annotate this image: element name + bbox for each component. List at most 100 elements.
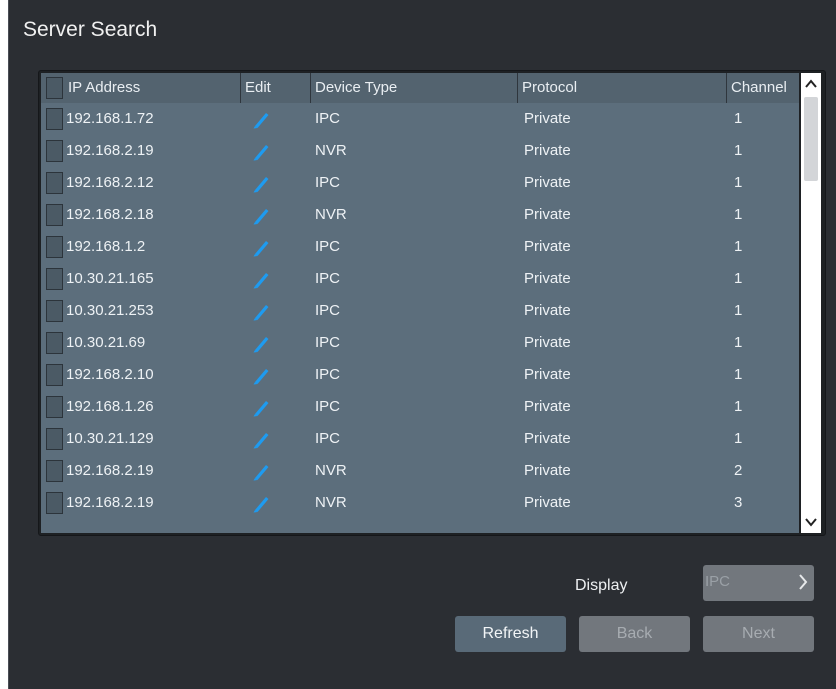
table-row[interactable]: 192.168.2.10 IPC Private 1 bbox=[41, 359, 799, 391]
row-checkbox[interactable] bbox=[46, 108, 63, 130]
cell-protocol: Private bbox=[524, 110, 571, 127]
row-checkbox[interactable] bbox=[46, 300, 63, 322]
cell-protocol: Private bbox=[524, 270, 571, 287]
cell-ip-address: 192.168.2.19 bbox=[66, 494, 154, 511]
row-checkbox[interactable] bbox=[46, 396, 63, 418]
cell-device-type: IPC bbox=[315, 430, 341, 447]
table-row[interactable]: 192.168.1.72 IPC Private 1 bbox=[41, 103, 799, 135]
cell-channel: 1 bbox=[734, 366, 743, 383]
pencil-icon[interactable] bbox=[251, 333, 271, 353]
cell-device-type: IPC bbox=[315, 110, 341, 127]
table-scrollbar[interactable] bbox=[801, 73, 821, 533]
cell-ip-address: 192.168.1.2 bbox=[66, 238, 146, 255]
cell-channel: 1 bbox=[734, 270, 743, 287]
row-checkbox[interactable] bbox=[46, 172, 63, 194]
row-checkbox[interactable] bbox=[46, 428, 63, 450]
pencil-icon[interactable] bbox=[251, 141, 271, 161]
cell-device-type: NVR bbox=[315, 462, 347, 479]
row-checkbox[interactable] bbox=[46, 268, 63, 290]
table-row[interactable]: 192.168.2.18 NVR Private 1 bbox=[41, 199, 799, 231]
pencil-icon[interactable] bbox=[251, 429, 271, 449]
scroll-down-button[interactable] bbox=[801, 511, 821, 533]
pencil-icon[interactable] bbox=[251, 301, 271, 321]
cell-ip-address: 192.168.1.72 bbox=[66, 110, 154, 127]
row-checkbox[interactable] bbox=[46, 460, 63, 482]
cell-ip-address: 192.168.2.19 bbox=[66, 462, 154, 479]
table-row[interactable]: 192.168.1.26 IPC Private 1 bbox=[41, 391, 799, 423]
next-button[interactable]: Next bbox=[703, 616, 814, 652]
cell-protocol: Private bbox=[524, 142, 571, 159]
refresh-button[interactable]: Refresh bbox=[455, 616, 566, 652]
cell-protocol: Private bbox=[524, 334, 571, 351]
cell-device-type: IPC bbox=[315, 270, 341, 287]
table-row[interactable]: 192.168.2.19 NVR Private 3 bbox=[41, 487, 799, 519]
row-checkbox[interactable] bbox=[46, 492, 63, 514]
table-row[interactable]: 192.168.2.12 IPC Private 1 bbox=[41, 167, 799, 199]
cell-channel: 2 bbox=[734, 462, 743, 479]
row-checkbox[interactable] bbox=[46, 364, 63, 386]
cell-channel: 1 bbox=[734, 398, 743, 415]
cell-ip-address: 192.168.2.19 bbox=[66, 142, 154, 159]
cell-ip-address: 192.168.1.26 bbox=[66, 398, 154, 415]
table-row[interactable]: 192.168.2.19 NVR Private 1 bbox=[41, 135, 799, 167]
cell-protocol: Private bbox=[524, 302, 571, 319]
chevron-down-icon bbox=[805, 518, 817, 527]
cell-ip-address: 10.30.21.253 bbox=[66, 302, 154, 319]
cell-channel: 1 bbox=[734, 430, 743, 447]
pencil-icon[interactable] bbox=[251, 237, 271, 257]
device-table-frame: IP Address Edit Device Type Protocol Cha… bbox=[38, 70, 826, 536]
table-row[interactable]: 10.30.21.165 IPC Private 1 bbox=[41, 263, 799, 295]
cell-device-type: NVR bbox=[315, 494, 347, 511]
col-header-channel[interactable]: Channel bbox=[726, 73, 799, 103]
row-checkbox[interactable] bbox=[46, 236, 63, 258]
cell-device-type: NVR bbox=[315, 142, 347, 159]
cell-channel: 1 bbox=[734, 174, 743, 191]
cell-channel: 1 bbox=[734, 110, 743, 127]
table-header: IP Address Edit Device Type Protocol Cha… bbox=[41, 73, 799, 103]
cell-channel: 1 bbox=[734, 206, 743, 223]
cell-protocol: Private bbox=[524, 366, 571, 383]
table-row[interactable]: 192.168.2.19 NVR Private 2 bbox=[41, 455, 799, 487]
table-row[interactable]: 192.168.1.2 IPC Private 1 bbox=[41, 231, 799, 263]
col-header-protocol[interactable]: Protocol bbox=[517, 73, 726, 103]
row-checkbox[interactable] bbox=[46, 332, 63, 354]
pencil-icon[interactable] bbox=[251, 397, 271, 417]
pencil-icon[interactable] bbox=[251, 493, 271, 513]
cell-device-type: IPC bbox=[315, 302, 341, 319]
dialog-title: Server Search bbox=[23, 18, 158, 41]
row-checkbox[interactable] bbox=[46, 140, 63, 162]
pencil-icon[interactable] bbox=[251, 173, 271, 193]
pencil-icon[interactable] bbox=[251, 109, 271, 129]
table-row[interactable]: 10.30.21.129 IPC Private 1 bbox=[41, 423, 799, 455]
table-row[interactable]: 10.30.21.253 IPC Private 1 bbox=[41, 295, 799, 327]
cell-ip-address: 10.30.21.129 bbox=[66, 430, 154, 447]
cell-protocol: Private bbox=[524, 462, 571, 479]
pencil-icon[interactable] bbox=[251, 205, 271, 225]
cell-protocol: Private bbox=[524, 494, 571, 511]
cell-protocol: Private bbox=[524, 430, 571, 447]
chevron-right-icon bbox=[798, 573, 808, 596]
col-header-edit[interactable]: Edit bbox=[240, 73, 310, 103]
table-row[interactable]: 10.30.21.69 IPC Private 1 bbox=[41, 327, 799, 359]
select-all-checkbox[interactable] bbox=[46, 77, 63, 99]
cell-ip-address: 192.168.2.10 bbox=[66, 366, 154, 383]
cell-protocol: Private bbox=[524, 174, 571, 191]
scroll-thumb[interactable] bbox=[804, 97, 818, 181]
col-header-device-type[interactable]: Device Type bbox=[310, 73, 517, 103]
pencil-icon[interactable] bbox=[251, 365, 271, 385]
display-select[interactable]: IPC bbox=[703, 565, 814, 601]
row-checkbox[interactable] bbox=[46, 204, 63, 226]
back-button[interactable]: Back bbox=[579, 616, 690, 652]
col-header-ip-address[interactable]: IP Address bbox=[64, 73, 242, 103]
display-label: Display bbox=[575, 577, 628, 594]
pencil-icon[interactable] bbox=[251, 461, 271, 481]
cell-channel: 1 bbox=[734, 302, 743, 319]
cell-device-type: IPC bbox=[315, 174, 341, 191]
pencil-icon[interactable] bbox=[251, 269, 271, 289]
cell-device-type: NVR bbox=[315, 206, 347, 223]
chevron-up-icon bbox=[805, 79, 817, 88]
device-table: IP Address Edit Device Type Protocol Cha… bbox=[41, 73, 799, 533]
scroll-up-button[interactable] bbox=[801, 73, 821, 95]
cell-protocol: Private bbox=[524, 238, 571, 255]
cell-device-type: IPC bbox=[315, 334, 341, 351]
